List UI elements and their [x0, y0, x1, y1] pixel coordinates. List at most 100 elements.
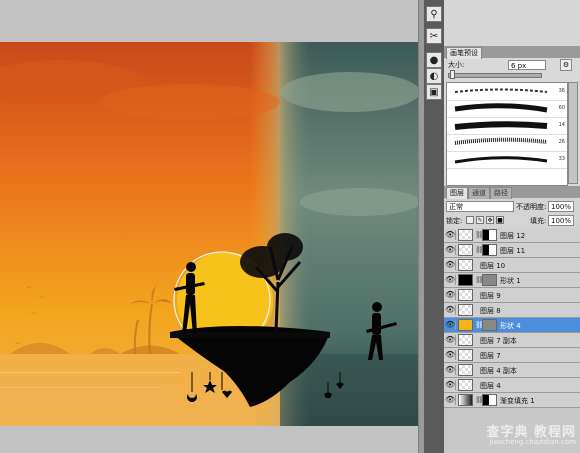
- lock-all-icon[interactable]: ■: [496, 216, 504, 224]
- visibility-eye-icon[interactable]: 👁: [445, 365, 456, 375]
- canvas-workspace[interactable]: [0, 0, 418, 453]
- brush-preset-item[interactable]: 60: [447, 100, 567, 118]
- layer-name: 形状 4: [500, 322, 521, 330]
- visibility-eye-icon[interactable]: 👁: [445, 275, 456, 285]
- visibility-eye-icon[interactable]: 👁: [445, 230, 456, 240]
- layer-thumbnail: [458, 349, 473, 361]
- layer-row[interactable]: 👁 ⛓ 图层 12: [444, 228, 580, 243]
- visibility-eye-icon[interactable]: 👁: [445, 290, 456, 300]
- panel-top-area: [444, 0, 580, 47]
- brush-size-input[interactable]: 6 px: [508, 60, 546, 70]
- tab-layers[interactable]: 图层: [446, 187, 468, 199]
- right-panel: 画笔预设 大小: 6 px ⚙ 36 60 14 26 33 图层 通道 路径 …: [444, 0, 580, 453]
- brush-size-number: 36: [558, 88, 565, 94]
- layer-mask-thumbnail[interactable]: [482, 229, 497, 241]
- brush-size-number: 60: [558, 105, 565, 111]
- brush-list-scrollbar[interactable]: [568, 82, 578, 184]
- visibility-eye-icon[interactable]: 👁: [445, 350, 456, 360]
- visibility-eye-icon[interactable]: 👁: [445, 380, 456, 390]
- artwork-image: [0, 42, 418, 426]
- scissors-icon[interactable]: ✂: [426, 28, 442, 44]
- brush-presets-panel: 画笔预设 大小: 6 px ⚙ 36 60 14 26 33: [444, 46, 580, 187]
- layer-row[interactable]: 👁 图层 10: [444, 258, 580, 273]
- layer-row[interactable]: 👁 图层 9: [444, 288, 580, 303]
- layer-name: 图层 10: [480, 262, 506, 270]
- visibility-eye-icon[interactable]: 👁: [445, 260, 456, 270]
- layer-name: 渐变填充 1: [500, 397, 535, 405]
- tool-column: ⚲ ✂ ● ◐ ▣: [424, 0, 444, 453]
- brush-preset-item[interactable]: 33: [447, 151, 567, 169]
- layer-list[interactable]: 👁 ⛓ 图层 12 👁 ⛓ 图层 11 👁 图层 10 👁 ⛓ 形状 1 👁 图…: [444, 228, 580, 453]
- camera-icon[interactable]: ▣: [426, 84, 442, 100]
- brush-preset-item[interactable]: 26: [447, 134, 567, 152]
- layer-row[interactable]: 👁 ⛓ 形状 1: [444, 273, 580, 288]
- layer-row[interactable]: 👁 图层 4: [444, 378, 580, 393]
- brush-stroke-preview: [454, 156, 548, 164]
- layer-row[interactable]: 👁 ⛓ 渐变填充 1: [444, 393, 580, 408]
- layer-row[interactable]: 👁 ⛓ 图层 11: [444, 243, 580, 258]
- opacity-input[interactable]: 100%: [548, 201, 574, 212]
- vector-mask-thumbnail[interactable]: [482, 274, 497, 286]
- brush-size-number: 14: [558, 122, 565, 128]
- visibility-eye-icon[interactable]: 👁: [445, 305, 456, 315]
- vector-mask-thumbnail[interactable]: [482, 319, 497, 331]
- layer-name: 图层 11: [500, 247, 526, 255]
- visibility-eye-icon[interactable]: 👁: [445, 320, 456, 330]
- brush-stroke-list[interactable]: 36 60 14 26 33: [446, 82, 568, 186]
- layer-thumbnail: [458, 289, 473, 301]
- layer-row[interactable]: 👁 图层 8: [444, 303, 580, 318]
- layer-row-selected[interactable]: 👁 ⛓ 形状 4: [444, 318, 580, 333]
- watermark-url: jiaocheng.chazidian.com: [489, 438, 576, 446]
- brush-size-row: 大小: 6 px ⚙: [446, 59, 578, 73]
- lock-transparency-icon[interactable]: [466, 216, 474, 224]
- layer-thumbnail: [458, 259, 473, 271]
- layer-row[interactable]: 👁 图层 7: [444, 348, 580, 363]
- brush-size-slider[interactable]: [448, 73, 542, 78]
- fill-input[interactable]: 100%: [548, 215, 574, 226]
- layer-name: 形状 1: [500, 277, 521, 285]
- lock-label: 锁定:: [446, 217, 463, 225]
- brush-tabbar: 画笔预设: [444, 46, 580, 59]
- artwork-canvas[interactable]: [0, 42, 418, 426]
- layer-mask-thumbnail[interactable]: [482, 394, 497, 406]
- layer-name: 图层 12: [500, 232, 526, 240]
- brush-stroke-preview: [454, 88, 548, 93]
- layer-thumbnail: [458, 304, 473, 316]
- brush-size-number: 26: [558, 139, 565, 145]
- layer-row[interactable]: 👁 图层 7 副本: [444, 333, 580, 348]
- brush-preset-item[interactable]: 14: [447, 117, 567, 135]
- lock-pixels-icon[interactable]: ✎: [476, 216, 484, 224]
- layer-name: 图层 7: [480, 352, 501, 360]
- settings-icon[interactable]: ◐: [426, 68, 442, 84]
- visibility-eye-icon[interactable]: 👁: [445, 245, 456, 255]
- lock-row: 锁定: ✎ ✥ ■ 填充: 100%: [444, 214, 580, 227]
- stamp-icon[interactable]: ⚲: [426, 6, 442, 22]
- layer-thumbnail: [458, 334, 473, 346]
- layer-name: 图层 9: [480, 292, 501, 300]
- layer-name: 图层 4 副本: [480, 367, 517, 375]
- blend-mode-select[interactable]: 正常: [446, 201, 514, 212]
- fill-label: 填充:: [530, 217, 547, 225]
- opacity-label: 不透明度:: [516, 203, 547, 211]
- layer-thumbnail: [458, 379, 473, 391]
- tab-brush-presets[interactable]: 画笔预设: [446, 47, 482, 59]
- site-watermark: 查字典 教程网 jiaocheng.chazidian.com: [456, 421, 576, 449]
- layer-thumbnail: [458, 394, 473, 406]
- tab-channels[interactable]: 通道: [468, 187, 490, 199]
- brush-preset-item[interactable]: 36: [447, 83, 567, 101]
- lock-position-icon[interactable]: ✥: [486, 216, 494, 224]
- brush-options-icon[interactable]: ⚙: [560, 59, 572, 71]
- tab-paths[interactable]: 路径: [490, 187, 512, 199]
- layer-name: 图层 7 副本: [480, 337, 517, 345]
- layer-thumbnail: [458, 319, 473, 331]
- brush-size-slider-thumb[interactable]: [450, 70, 455, 79]
- blend-row: 正常 不透明度: 100%: [444, 200, 580, 213]
- layer-name: 图层 4: [480, 382, 501, 390]
- layer-mask-thumbnail[interactable]: [482, 244, 497, 256]
- layer-thumbnail: [458, 229, 473, 241]
- brush-icon[interactable]: ●: [426, 52, 442, 68]
- layer-row[interactable]: 👁 图层 4 副本: [444, 363, 580, 378]
- brush-size-number: 33: [558, 156, 565, 162]
- visibility-eye-icon[interactable]: 👁: [445, 395, 456, 405]
- visibility-eye-icon[interactable]: 👁: [445, 335, 456, 345]
